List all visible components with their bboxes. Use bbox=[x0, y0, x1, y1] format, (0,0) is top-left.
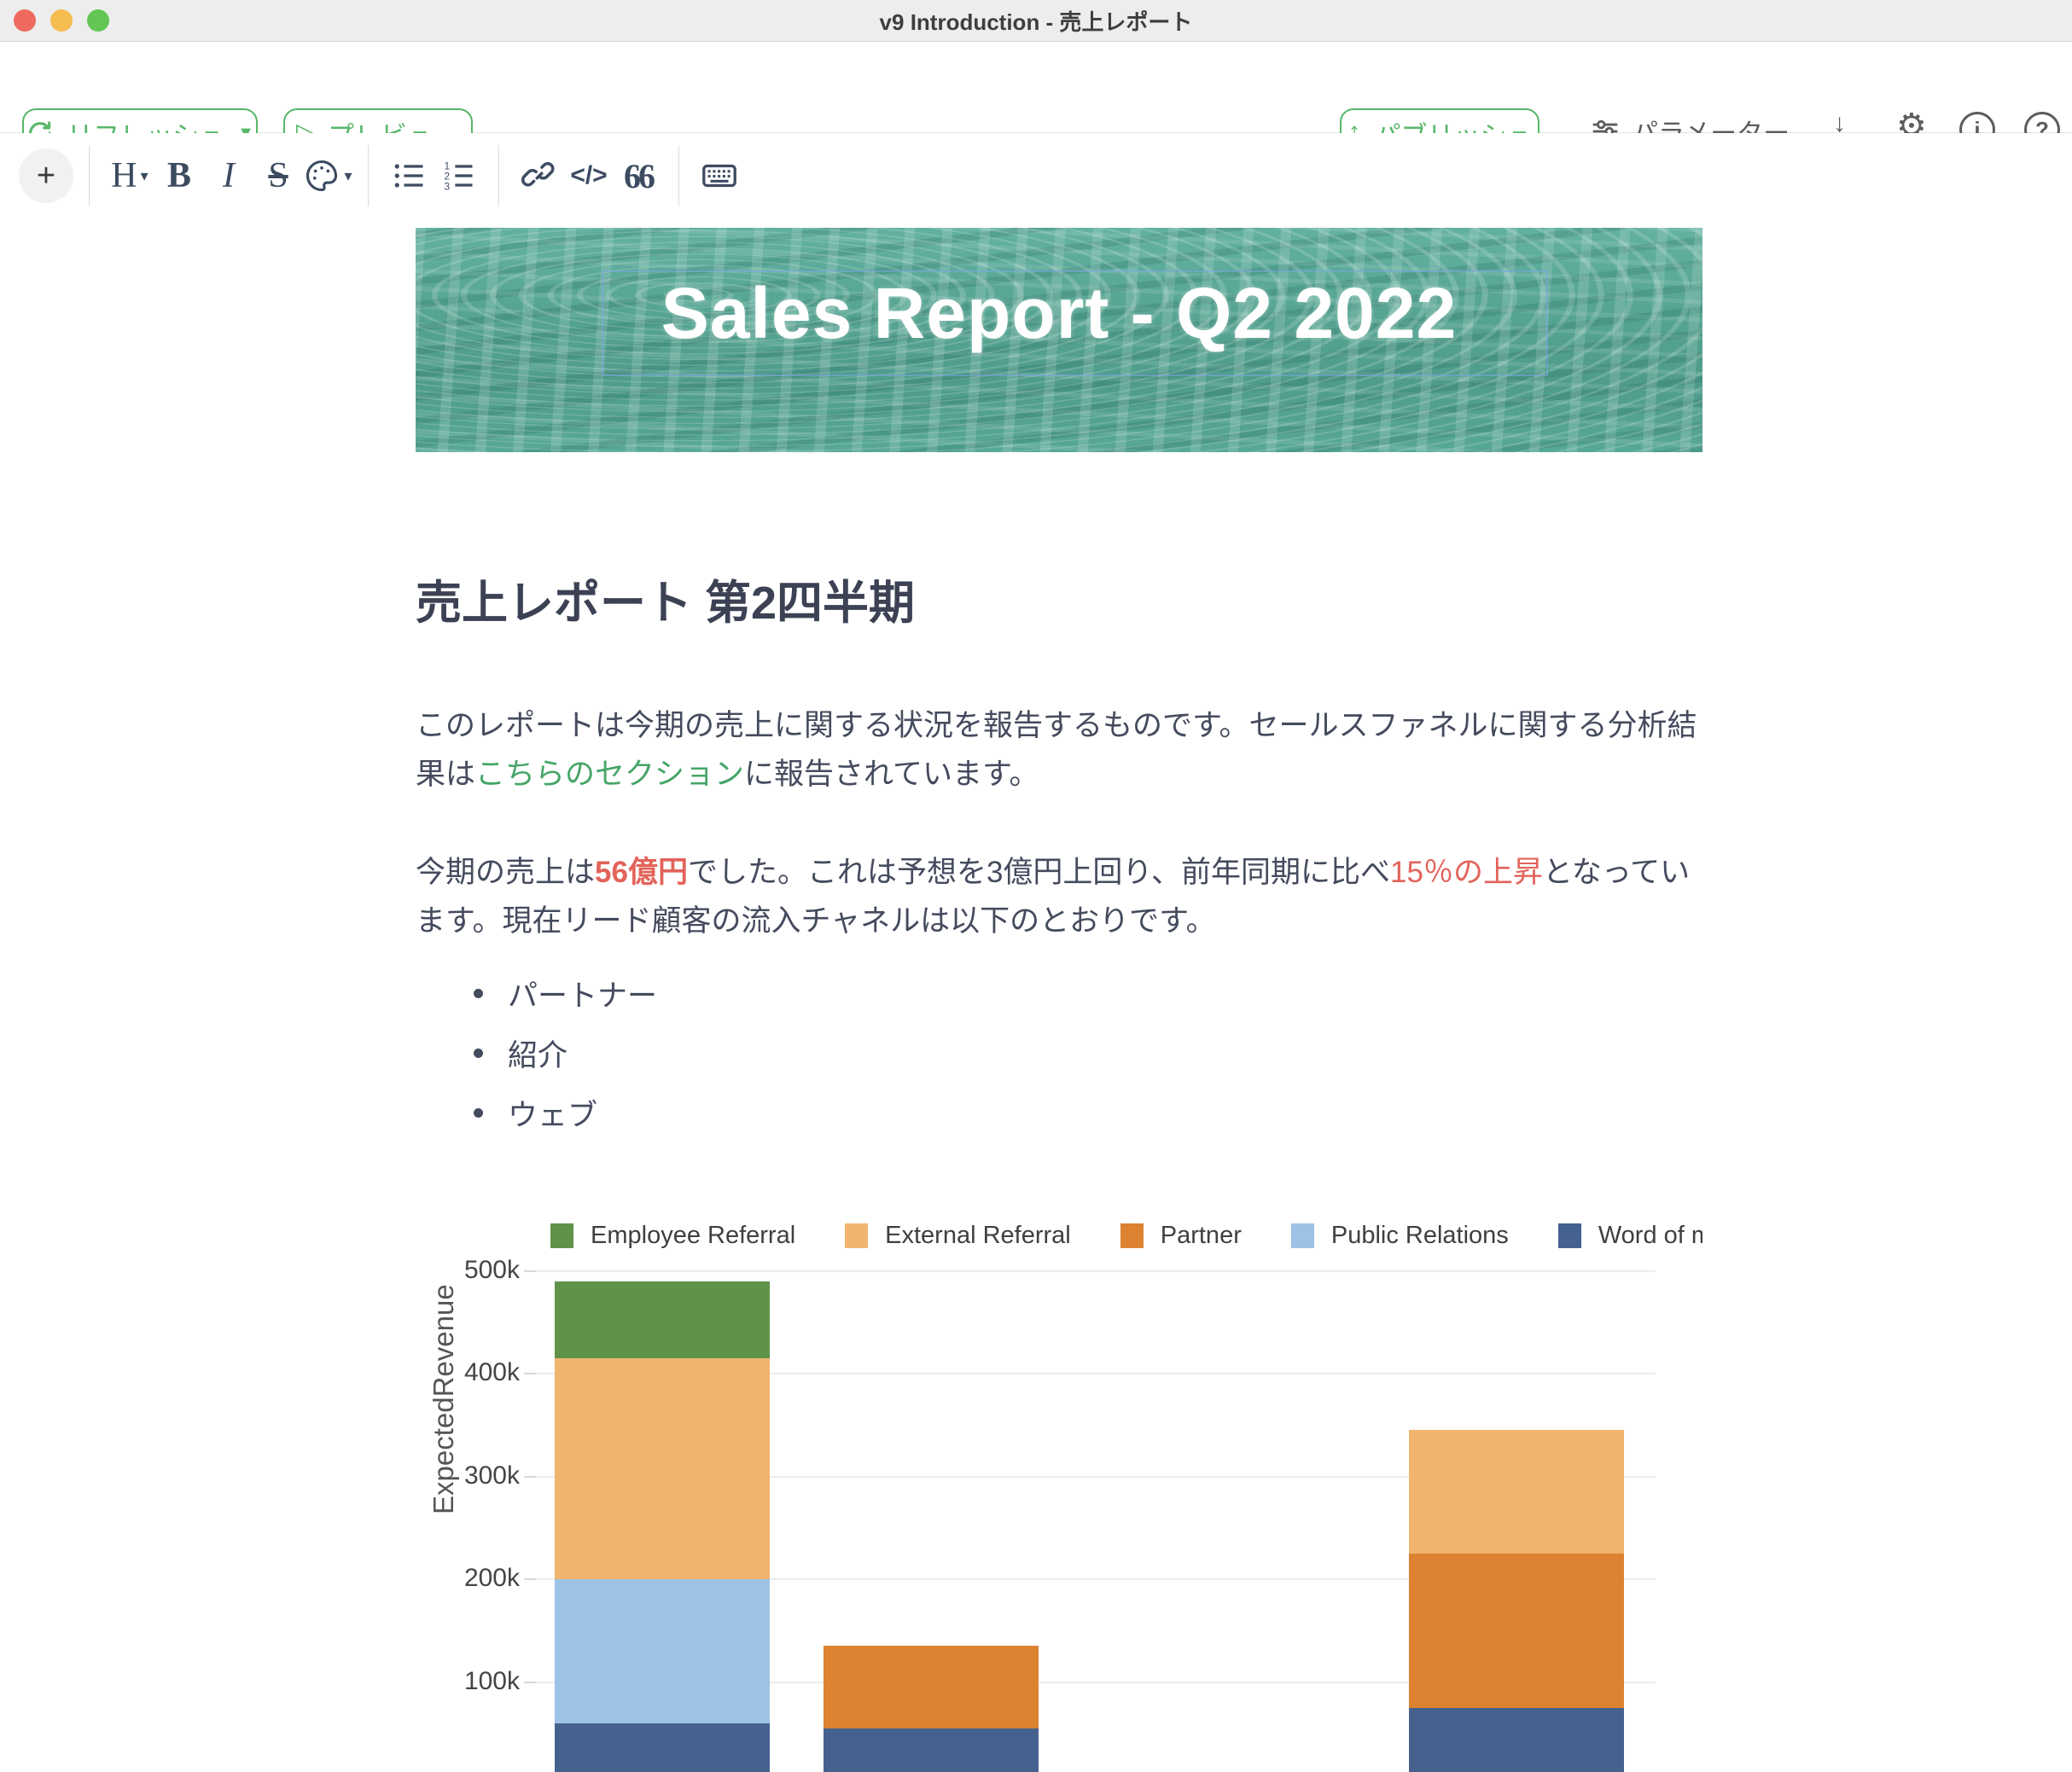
toolbar-separator bbox=[678, 145, 679, 206]
bar-segment-word-of-mouth bbox=[824, 1728, 1039, 1772]
bar-segment-word-of-mouth bbox=[1409, 1708, 1624, 1772]
legend-swatch bbox=[845, 1223, 868, 1248]
bar-segment-partner bbox=[824, 1646, 1039, 1728]
strikethrough-icon: S bbox=[268, 155, 288, 196]
text-segment-red: 15％の上昇 bbox=[1390, 856, 1543, 889]
chevron-down-icon: ▾ bbox=[141, 167, 148, 185]
bar-segment-external-referral bbox=[555, 1358, 770, 1579]
minimize-window-button[interactable] bbox=[50, 9, 73, 32]
tick-label: 100k bbox=[419, 1667, 520, 1696]
heading-icon: H bbox=[111, 155, 137, 196]
text-color-button[interactable]: ▾ bbox=[303, 145, 352, 206]
tick-mark bbox=[524, 1373, 536, 1374]
quote-button[interactable]: 66 bbox=[614, 145, 663, 206]
strikethrough-button[interactable]: S bbox=[253, 145, 303, 206]
quote-icon: 66 bbox=[624, 156, 653, 196]
chevron-down-icon: ▾ bbox=[344, 167, 352, 185]
list-item: 紹介 bbox=[474, 1023, 657, 1083]
code-button[interactable]: </> bbox=[564, 145, 614, 206]
link-button[interactable] bbox=[515, 145, 564, 206]
tick-mark bbox=[524, 1270, 536, 1272]
text-segment-plain: に報告されています。 bbox=[744, 758, 1039, 791]
hero-image[interactable]: Sales Report - Q2 2022 bbox=[416, 228, 1702, 452]
bold-button[interactable]: B bbox=[154, 145, 204, 206]
formatting-toolbar: + H ▾ B I S ▾ bbox=[0, 133, 2072, 218]
bar-segment-public-relations bbox=[555, 1579, 770, 1723]
action-toolbar: リフレッシュ ▼ ▷ プレビュー ↑ パブリッシュ パラメーター ↓ ⚙ bbox=[0, 42, 2072, 133]
numbered-list-icon: 1 2 3 bbox=[439, 157, 477, 195]
link-icon bbox=[521, 157, 558, 195]
tick-label: 200k bbox=[419, 1564, 520, 1593]
page-title: 売上レポート 第2四半期 bbox=[416, 565, 915, 632]
italic-button[interactable]: I bbox=[204, 145, 253, 206]
add-block-button[interactable]: + bbox=[19, 148, 73, 203]
tick-mark bbox=[524, 1476, 536, 1478]
legend-swatch bbox=[1291, 1223, 1314, 1248]
toolbar-separator bbox=[498, 145, 499, 206]
text-segment-red-bold: 56億円 bbox=[595, 856, 688, 889]
intro-paragraph: このレポートは今期の売上に関する状況を報告するものです。セールスファネルに関する… bbox=[416, 701, 1702, 799]
toolbar-separator bbox=[89, 145, 90, 206]
window-controls bbox=[14, 9, 109, 32]
bar-segment-partner bbox=[1409, 1554, 1624, 1708]
heading-menu-button[interactable]: H ▾ bbox=[105, 145, 154, 206]
bold-icon: B bbox=[167, 155, 191, 196]
bar-segment-employee-referral bbox=[555, 1281, 770, 1358]
svg-text:3: 3 bbox=[445, 181, 451, 193]
section-link[interactable]: こちらのセクション bbox=[475, 758, 744, 791]
document-canvas: Sales Report - Q2 2022 売上レポート 第2四半期 このレポ… bbox=[416, 228, 1702, 452]
plus-icon: + bbox=[37, 158, 55, 195]
chart-plot-area bbox=[536, 1246, 1656, 1772]
bar-segment-word-of-mouth bbox=[555, 1723, 770, 1772]
close-window-button[interactable] bbox=[14, 9, 36, 32]
list-item: パートナー bbox=[474, 963, 657, 1023]
tick-mark bbox=[524, 1578, 536, 1580]
numbered-list-button[interactable]: 1 2 3 bbox=[434, 145, 483, 206]
zoom-window-button[interactable] bbox=[87, 9, 109, 32]
legend-swatch bbox=[1120, 1223, 1144, 1248]
tick-label: 400k bbox=[419, 1358, 520, 1387]
text-segment-plain: でした。これは予想を3億円上回り、前年同期に比べ bbox=[688, 856, 1390, 889]
palette-icon bbox=[303, 157, 340, 195]
app-window: v9 Introduction - 売上レポート リフレッシュ ▼ ▷ プレビュ… bbox=[0, 0, 2072, 1772]
tick-label: 300k bbox=[419, 1461, 520, 1490]
legend-swatch bbox=[1558, 1223, 1581, 1248]
sales-paragraph: 今期の売上は56億円でした。これは予想を3億円上回り、前年同期に比べ15％の上昇… bbox=[416, 848, 1702, 945]
toolbar-separator bbox=[368, 145, 369, 206]
code-icon: </> bbox=[570, 161, 607, 190]
hero-title-text: Sales Report - Q2 2022 bbox=[416, 272, 1702, 355]
expected-revenue-chart: Employee ReferralExternal ReferralPartne… bbox=[416, 1211, 1702, 1772]
tick-label: 500k bbox=[419, 1256, 520, 1285]
bar-segment-external-referral bbox=[1409, 1430, 1624, 1554]
title-bar: v9 Introduction - 売上レポート bbox=[0, 0, 2072, 42]
bullet-list-button[interactable] bbox=[384, 145, 434, 206]
tick-mark bbox=[524, 1682, 536, 1683]
italic-icon: I bbox=[223, 155, 235, 196]
list-item: ウェブ bbox=[474, 1083, 657, 1142]
legend-swatch bbox=[550, 1223, 573, 1248]
keyboard-icon bbox=[700, 156, 739, 195]
channel-bullet-list: パートナー紹介ウェブ bbox=[474, 963, 657, 1142]
bullet-list-icon bbox=[390, 157, 428, 195]
text-segment-plain: 今期の売上は bbox=[416, 856, 595, 889]
keyboard-shortcuts-button[interactable] bbox=[695, 145, 744, 206]
window-title: v9 Introduction - 売上レポート bbox=[880, 5, 1193, 37]
gridline bbox=[536, 1270, 1656, 1272]
